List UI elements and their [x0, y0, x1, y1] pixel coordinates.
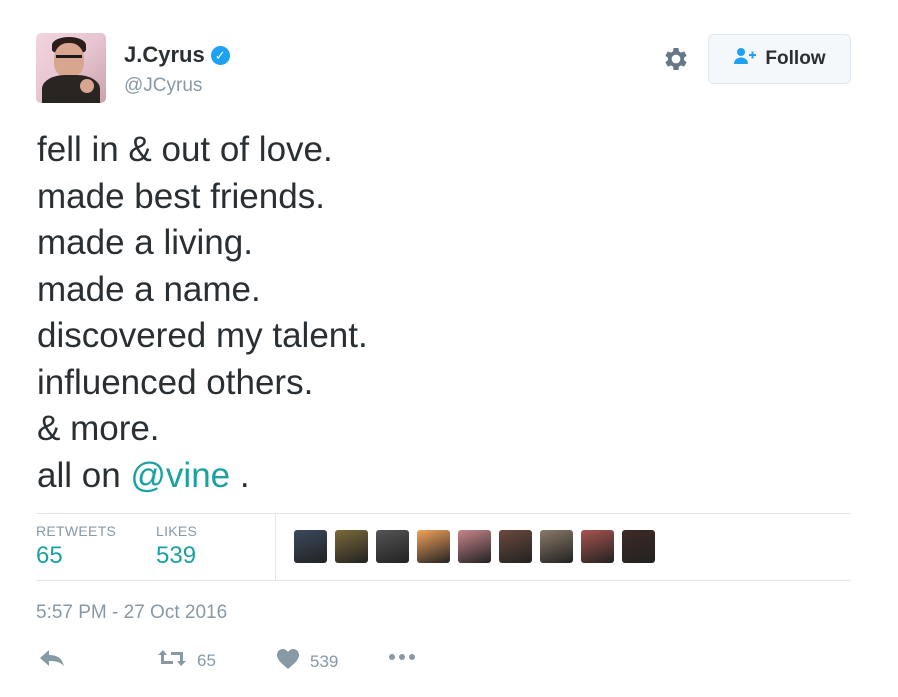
- tweet-line: influenced others.: [37, 362, 314, 402]
- follow-user-icon: [733, 46, 757, 72]
- reply-button[interactable]: [38, 648, 66, 673]
- user-name-text[interactable]: J.Cyrus: [124, 42, 205, 68]
- tweet-line-prefix: all on: [37, 455, 131, 495]
- avatar-glasses: [56, 55, 82, 64]
- retweet-icon: [157, 648, 187, 673]
- tweet-timestamp[interactable]: 5:57 PM - 27 Oct 2016: [36, 602, 227, 624]
- more-icon: [388, 648, 416, 666]
- liker-avatar[interactable]: [335, 530, 368, 563]
- gear-icon[interactable]: [661, 44, 691, 74]
- retweet-count: 65: [197, 650, 216, 670]
- follow-label: Follow: [765, 48, 826, 69]
- retweets-label: RETWEETS: [36, 523, 117, 539]
- follow-button[interactable]: Follow: [708, 34, 851, 84]
- likers-avatars: [294, 530, 655, 563]
- tweet-text: fell in & out of love. made best friends…: [37, 127, 857, 499]
- stats-divider: [275, 514, 276, 580]
- tweet-line: & more.: [37, 409, 160, 448]
- liker-avatar[interactable]: [294, 530, 327, 563]
- avatar-hand: [80, 79, 94, 93]
- tweet-line: made best friends.: [37, 176, 325, 216]
- likes-count[interactable]: 539: [156, 542, 196, 570]
- mention-link[interactable]: @vine: [130, 456, 230, 495]
- liker-avatar[interactable]: [376, 530, 409, 563]
- divider-top: [36, 513, 851, 514]
- liker-avatar[interactable]: [622, 530, 655, 563]
- liker-avatar[interactable]: [581, 530, 614, 563]
- tweet-last-line: all on @vine .: [37, 453, 857, 500]
- likes-label: LIKES: [156, 523, 198, 539]
- tweet-line: made a living.: [37, 223, 253, 262]
- liker-avatar[interactable]: [417, 530, 450, 563]
- retweets-count[interactable]: 65: [36, 542, 63, 570]
- tweet-line: fell in & out of love.: [37, 130, 333, 169]
- tweet-line-suffix: .: [230, 455, 250, 495]
- tweet-line: discovered my talent.: [37, 316, 368, 355]
- liker-avatar[interactable]: [499, 530, 532, 563]
- liker-avatar[interactable]: [540, 530, 573, 563]
- retweet-button[interactable]: 65: [157, 648, 216, 673]
- heart-icon: [276, 648, 300, 675]
- more-button[interactable]: [388, 648, 416, 666]
- reply-icon: [38, 648, 66, 673]
- like-button[interactable]: 539: [276, 648, 338, 675]
- divider-bottom: [36, 580, 851, 581]
- liker-avatar[interactable]: [458, 530, 491, 563]
- verified-badge-icon: ✓: [210, 45, 230, 65]
- like-count: 539: [310, 651, 339, 671]
- tweet-line: made a name.: [37, 269, 261, 309]
- avatar[interactable]: [36, 33, 106, 103]
- user-name[interactable]: J.Cyrus ✓: [124, 42, 230, 68]
- user-handle[interactable]: @JCyrus: [124, 75, 202, 97]
